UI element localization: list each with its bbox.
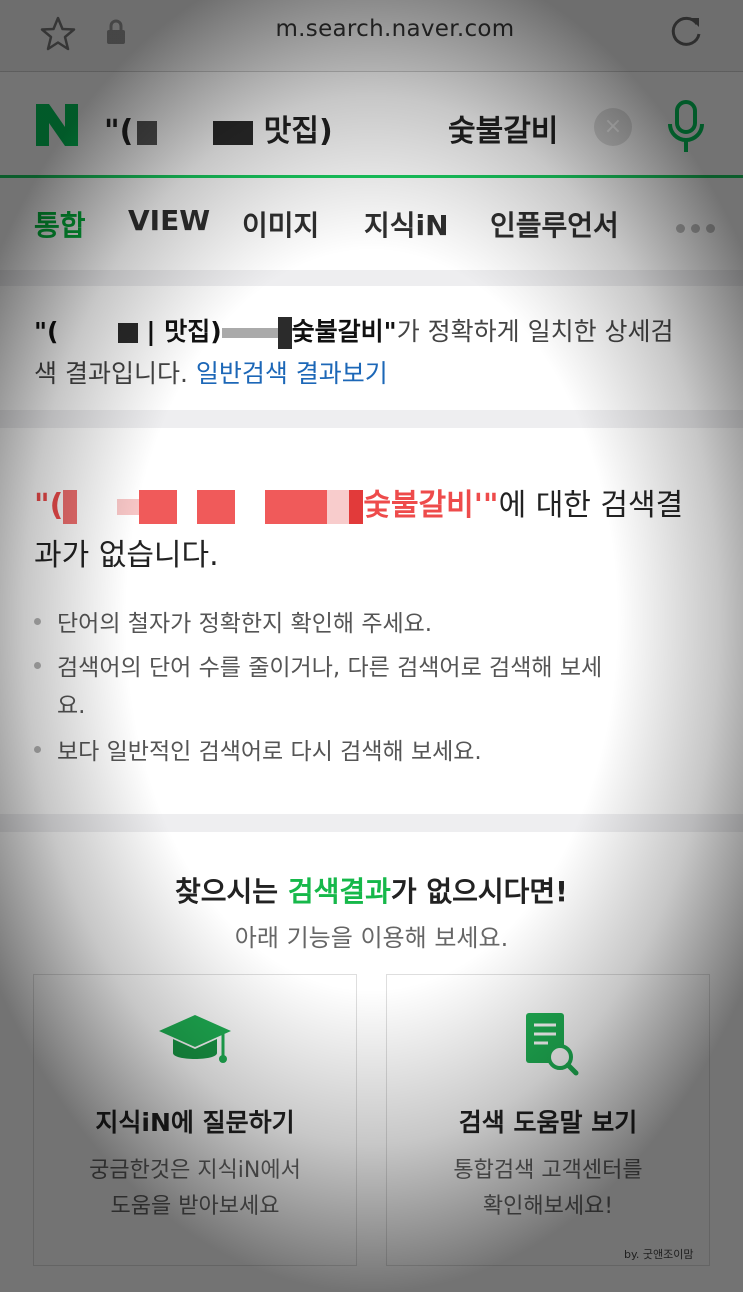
query-suffix: 맛집) bbox=[263, 114, 333, 149]
document-search-icon bbox=[526, 1013, 579, 1076]
tip-item: 단어의 철자가 정확한지 확인해 주세요. bbox=[34, 604, 432, 638]
redacted-block bbox=[139, 489, 178, 524]
notice-line-2: 색 결과입니다. 일반검색 결과보기 bbox=[34, 354, 388, 390]
tip-item: 보다 일반적인 검색어로 다시 검색해 보세요. bbox=[34, 732, 482, 766]
tip-text: 검색어의 단어 수를 줄이거나, 다른 검색어로 검색해 보세 bbox=[57, 655, 603, 681]
notice-open: "( bbox=[34, 317, 59, 346]
tip-text: 단어의 철자가 정확한지 확인해 주세요. bbox=[57, 611, 433, 637]
more-tabs-icon[interactable] bbox=[676, 218, 724, 233]
no-result-term: 숯불갈비'" bbox=[363, 488, 499, 523]
general-search-link[interactable]: 일반검색 결과보기 bbox=[196, 359, 388, 388]
card-title: 지식iN에 질문하기 bbox=[95, 1108, 295, 1137]
search-header: "( 맛집) 숯불갈비 × bbox=[0, 72, 743, 178]
search-help-card[interactable]: 검색 도움말 보기 통합검색 고객센터를 확인해보세요! bbox=[386, 974, 710, 1266]
notice-rest-2: 색 결과입니다. bbox=[34, 359, 188, 388]
redacted-block bbox=[221, 328, 278, 338]
redacted-block bbox=[349, 489, 364, 524]
redacted-block bbox=[327, 489, 350, 524]
suggestion-title-a: 찾으시는 bbox=[175, 875, 288, 908]
card-description: 궁금한것은 지식iN에서 도움을 받아보세요 bbox=[34, 1153, 356, 1225]
card-desc-line: 확인해보세요! bbox=[482, 1194, 614, 1219]
search-tabs: 통합 VIEW 이미지 지식iN 인플루언서 bbox=[0, 178, 743, 270]
no-result-section: "( 숯불갈비'"에 대한 검색결 과가 없습니다. 단어의 철자가 정확한지 확… bbox=[0, 428, 743, 814]
notice-line-1: "( | 맛집) 숯불갈비"가 정확하게 일치한 상세검 bbox=[34, 312, 674, 349]
reload-icon[interactable] bbox=[666, 12, 706, 52]
tab-view[interactable]: VIEW bbox=[128, 204, 210, 237]
redacted-block bbox=[137, 120, 158, 145]
redacted-block bbox=[118, 323, 139, 343]
redacted-block bbox=[213, 120, 254, 145]
notice-rest-1: 가 정확하게 일치한 상세검 bbox=[396, 317, 674, 346]
no-result-title-line-1: "( 숯불갈비'"에 대한 검색결 bbox=[34, 480, 683, 524]
suggestion-subtitle: 아래 기능을 이용해 보세요. bbox=[234, 924, 509, 952]
card-title: 검색 도움말 보기 bbox=[458, 1108, 638, 1137]
card-desc-line: 도움을 받아보세요 bbox=[110, 1194, 280, 1219]
query-open: "( bbox=[104, 114, 134, 149]
no-result-rest-1: 에 대한 검색결 bbox=[498, 488, 684, 523]
notice-mid: | 맛집) bbox=[146, 317, 222, 346]
tab-influencer[interactable]: 인플루언서 bbox=[490, 204, 619, 244]
suggestion-section: 찾으시는 검색결과가 없으시다면! 아래 기능을 이용해 보세요. 지식iN에 … bbox=[0, 832, 743, 1292]
suggestion-title-c: 가 없으시다면! bbox=[390, 875, 568, 908]
redacted-block bbox=[117, 498, 140, 515]
tip-item-continued: 요. bbox=[57, 693, 86, 719]
tip-item: 검색어의 단어 수를 줄이거나, 다른 검색어로 검색해 보세 bbox=[34, 648, 602, 682]
suggestion-title: 찾으시는 검색결과가 없으시다면! bbox=[0, 870, 743, 910]
exact-match-notice: "( | 맛집) 숯불갈비"가 정확하게 일치한 상세검 색 결과입니다. 일반검… bbox=[0, 286, 743, 410]
browser-url-bar: m.search.naver.com bbox=[0, 0, 743, 72]
tab-integrated[interactable]: 통합 bbox=[34, 204, 86, 244]
section-divider bbox=[0, 814, 743, 832]
tip-text: 보다 일반적인 검색어로 다시 검색해 보세요. bbox=[57, 739, 482, 765]
redacted-block bbox=[197, 489, 236, 524]
card-desc-line: 궁금한것은 지식iN에서 bbox=[89, 1158, 301, 1183]
author-credit: by. 굿앤조이맘 bbox=[624, 1248, 694, 1261]
redacted-block bbox=[265, 489, 328, 524]
no-result-open: "( bbox=[34, 488, 64, 523]
search-query-part2[interactable]: 숯불갈비 bbox=[448, 106, 558, 150]
notice-term: 숯불갈비" bbox=[291, 317, 397, 346]
redacted-block bbox=[63, 489, 78, 524]
card-desc-line: 통합검색 고객센터를 bbox=[453, 1158, 643, 1183]
graduation-cap-icon bbox=[159, 1015, 231, 1063]
ask-knowledge-in-card[interactable]: 지식iN에 질문하기 궁금한것은 지식iN에서 도움을 받아보세요 bbox=[33, 974, 357, 1266]
suggestion-title-highlight: 검색결과 bbox=[287, 875, 391, 908]
tab-knowledge-in[interactable]: 지식iN bbox=[364, 204, 449, 244]
redacted-block bbox=[277, 317, 292, 349]
search-query-part1[interactable]: "( 맛집) bbox=[104, 106, 333, 150]
card-description: 통합검색 고객센터를 확인해보세요! bbox=[387, 1153, 709, 1225]
mic-icon[interactable] bbox=[662, 98, 710, 156]
section-divider bbox=[0, 410, 743, 428]
url-text[interactable]: m.search.naver.com bbox=[0, 16, 743, 42]
tab-images[interactable]: 이미지 bbox=[242, 204, 319, 244]
clear-icon[interactable]: × bbox=[594, 108, 632, 146]
section-divider bbox=[0, 270, 743, 286]
naver-logo-icon[interactable] bbox=[34, 102, 80, 148]
no-result-title-line-2: 과가 없습니다. bbox=[34, 538, 219, 573]
